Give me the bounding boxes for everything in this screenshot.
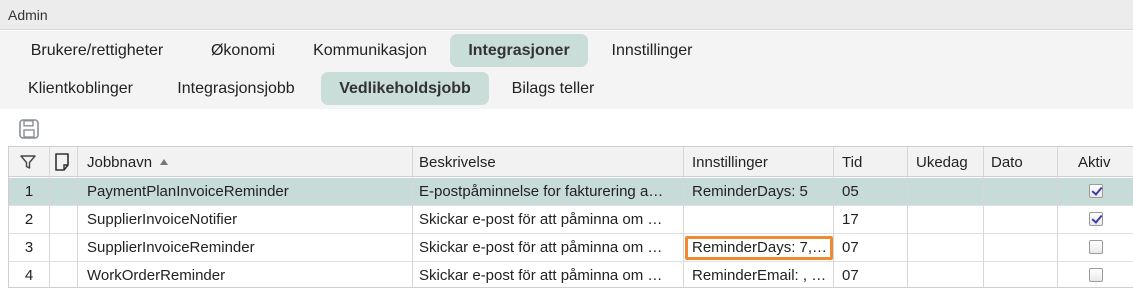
settings-cell-highlight bbox=[685, 236, 833, 260]
table-row[interactable]: 2 SupplierInvoiceNotifier Skickar e-post… bbox=[9, 206, 1133, 233]
filter-icon[interactable] bbox=[19, 153, 37, 171]
tab-innstillinger[interactable]: Innstillinger bbox=[596, 34, 708, 67]
column-header-time[interactable]: Tid bbox=[842, 154, 862, 171]
column-header-name[interactable]: Jobbnavn bbox=[87, 154, 152, 171]
tab-vedlikeholdsjobb[interactable]: Vedlikeholdsjobb bbox=[321, 72, 489, 105]
time-cell[interactable]: 07 bbox=[842, 239, 859, 256]
settings-cell[interactable]: ReminderEmail: , … bbox=[692, 267, 834, 284]
tab-integrasjoner[interactable]: Integrasjoner bbox=[450, 34, 588, 67]
column-header-date[interactable]: Dato bbox=[991, 154, 1023, 171]
description-cell[interactable]: Skickar e-post för att påminna om … bbox=[419, 267, 687, 284]
job-name-cell[interactable]: SupplierInvoiceReminder bbox=[87, 239, 412, 256]
column-header-active[interactable]: Aktiv bbox=[1078, 154, 1111, 171]
settings-cell[interactable]: ReminderDays: 5 bbox=[692, 183, 834, 200]
active-checkbox[interactable] bbox=[1089, 268, 1103, 282]
active-checkbox[interactable] bbox=[1089, 240, 1103, 254]
tab-okonomi[interactable]: Økonomi bbox=[192, 34, 294, 67]
time-cell[interactable]: 17 bbox=[842, 211, 859, 228]
primary-tab-bar: Brukere/rettigheter Økonomi Kommunikasjo… bbox=[0, 31, 1133, 69]
tab-integrasjonsjobb[interactable]: Integrasjonsjobb bbox=[162, 72, 310, 105]
description-cell[interactable]: Skickar e-post för att påminna om … bbox=[419, 211, 687, 228]
column-header-weekday[interactable]: Ukedag bbox=[916, 154, 968, 171]
description-cell[interactable]: E-postpåminnelse for fakturering a… bbox=[419, 183, 687, 200]
column-header-settings[interactable]: Innstillinger bbox=[692, 154, 768, 171]
column-divider bbox=[833, 147, 834, 287]
save-icon[interactable] bbox=[18, 118, 40, 140]
tab-kommunikasjon[interactable]: Kommunikasjon bbox=[300, 34, 440, 67]
active-checkbox[interactable] bbox=[1089, 184, 1103, 198]
tab-brukere-rettigheter[interactable]: Brukere/rettigheter bbox=[8, 34, 186, 67]
toolbar bbox=[0, 110, 1133, 146]
table-row[interactable]: 4 WorkOrderReminder Skickar e-post för a… bbox=[9, 262, 1133, 289]
sort-ascending-icon[interactable] bbox=[159, 158, 169, 166]
secondary-tab-bar: Klientkoblinger Integrasjonsjobb Vedlike… bbox=[0, 69, 1133, 109]
active-checkbox[interactable] bbox=[1089, 212, 1103, 226]
job-name-cell[interactable]: SupplierInvoiceNotifier bbox=[87, 211, 412, 228]
column-divider bbox=[907, 147, 908, 287]
job-name-cell[interactable]: WorkOrderReminder bbox=[87, 267, 412, 284]
row-number: 1 bbox=[24, 183, 34, 200]
row-number: 2 bbox=[24, 211, 34, 228]
row-number: 4 bbox=[24, 267, 34, 284]
description-cell[interactable]: Skickar e-post för att påminna om … bbox=[419, 239, 687, 256]
table-row[interactable]: 1 PaymentPlanInvoiceReminder E-postpåmin… bbox=[9, 178, 1133, 205]
column-divider bbox=[683, 147, 684, 287]
job-name-cell[interactable]: PaymentPlanInvoiceReminder bbox=[87, 183, 412, 200]
jobs-grid: Jobbnavn Beskrivelse Innstillinger Tid U… bbox=[8, 146, 1133, 288]
time-cell[interactable]: 05 bbox=[842, 183, 859, 200]
column-divider bbox=[983, 147, 984, 287]
tab-bilags-teller[interactable]: Bilags teller bbox=[497, 72, 609, 105]
column-divider bbox=[49, 147, 50, 287]
time-cell[interactable]: 07 bbox=[842, 267, 859, 284]
note-icon[interactable] bbox=[53, 152, 71, 172]
column-divider bbox=[1057, 147, 1058, 287]
row-number: 3 bbox=[24, 239, 34, 256]
column-divider bbox=[412, 147, 413, 287]
window-title: Admin bbox=[8, 7, 48, 23]
tab-klientkoblinger[interactable]: Klientkoblinger bbox=[8, 72, 153, 105]
column-divider bbox=[77, 147, 78, 287]
table-row[interactable]: 3 SupplierInvoiceReminder Skickar e-post… bbox=[9, 234, 1133, 261]
window-titlebar: Admin bbox=[0, 0, 1133, 30]
column-header-description[interactable]: Beskrivelse bbox=[419, 154, 496, 171]
grid-header: Jobbnavn Beskrivelse Innstillinger Tid U… bbox=[9, 147, 1133, 177]
